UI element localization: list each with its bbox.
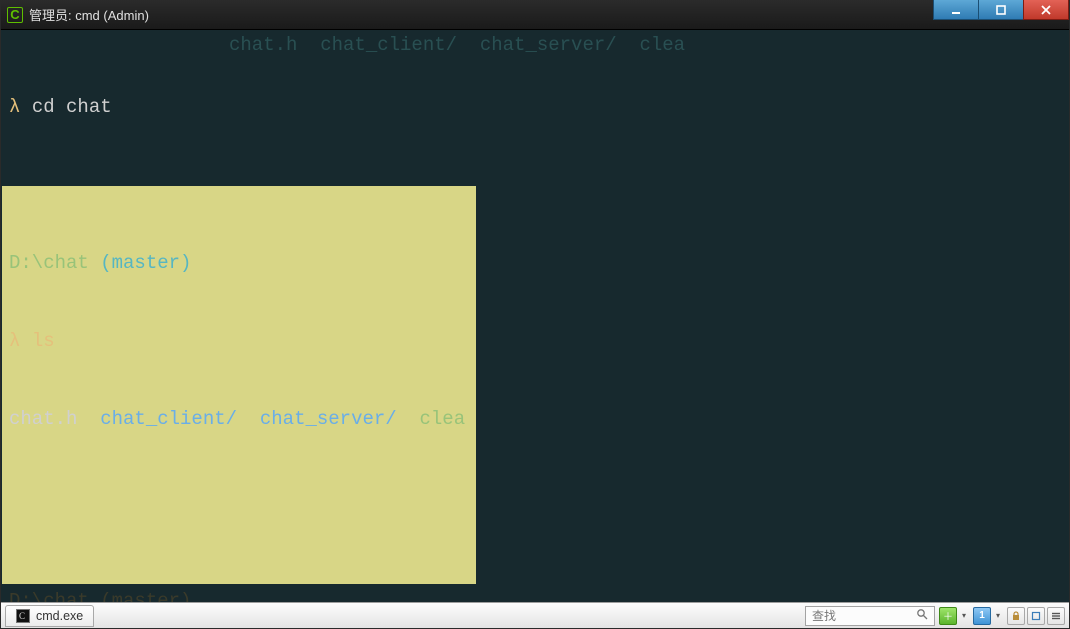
window-title: 管理员: cmd (Admin)	[29, 5, 149, 24]
console-tab[interactable]: C cmd.exe	[5, 605, 94, 627]
ls-dir: chat_server/	[260, 408, 420, 430]
ls-dir: chat_client/	[100, 408, 260, 430]
cmd-icon: C	[16, 609, 30, 623]
cmd-text: ls	[32, 330, 55, 352]
minimize-button[interactable]	[933, 0, 979, 20]
tab-label: cmd.exe	[36, 609, 83, 623]
search-icon	[916, 608, 928, 623]
app-icon: C	[7, 7, 23, 23]
cmd-text: cd chat	[32, 96, 112, 118]
prompt-path: D:\chat	[9, 252, 100, 274]
close-button[interactable]	[1023, 0, 1069, 20]
terminal-area[interactable]: chat.h chat_client/ chat_server/ clea λ …	[1, 30, 1069, 602]
prompt-branch: (master)	[100, 590, 191, 602]
prompt-lambda: λ	[9, 96, 32, 118]
search-placeholder: 查找	[812, 607, 836, 624]
ls-exec: clea	[420, 408, 466, 430]
app-window: C 管理员: cmd (Admin) chat.h chat_client/ c…	[0, 0, 1070, 629]
console-count-button[interactable]: 1	[973, 607, 991, 625]
maximize-button[interactable]	[978, 0, 1024, 20]
new-console-dropdown[interactable]: ▾	[959, 611, 969, 620]
menu-button[interactable]	[1047, 607, 1065, 625]
new-console-button[interactable]: ＋	[939, 607, 957, 625]
status-bar: C cmd.exe 查找 ＋ ▾ 1 ▾	[1, 602, 1069, 628]
lock-button[interactable]	[1007, 607, 1025, 625]
title-bar[interactable]: C 管理员: cmd (Admin)	[1, 0, 1069, 30]
prompt-path: D:\chat	[9, 590, 100, 602]
search-input[interactable]: 查找	[805, 606, 935, 626]
prompt-lambda: λ	[9, 330, 32, 352]
prompt-branch: (master)	[100, 252, 191, 274]
svg-text:C: C	[19, 611, 25, 621]
attach-button[interactable]	[1027, 607, 1045, 625]
console-list-dropdown[interactable]: ▾	[993, 611, 1003, 620]
ls-file: chat.h	[9, 408, 100, 430]
